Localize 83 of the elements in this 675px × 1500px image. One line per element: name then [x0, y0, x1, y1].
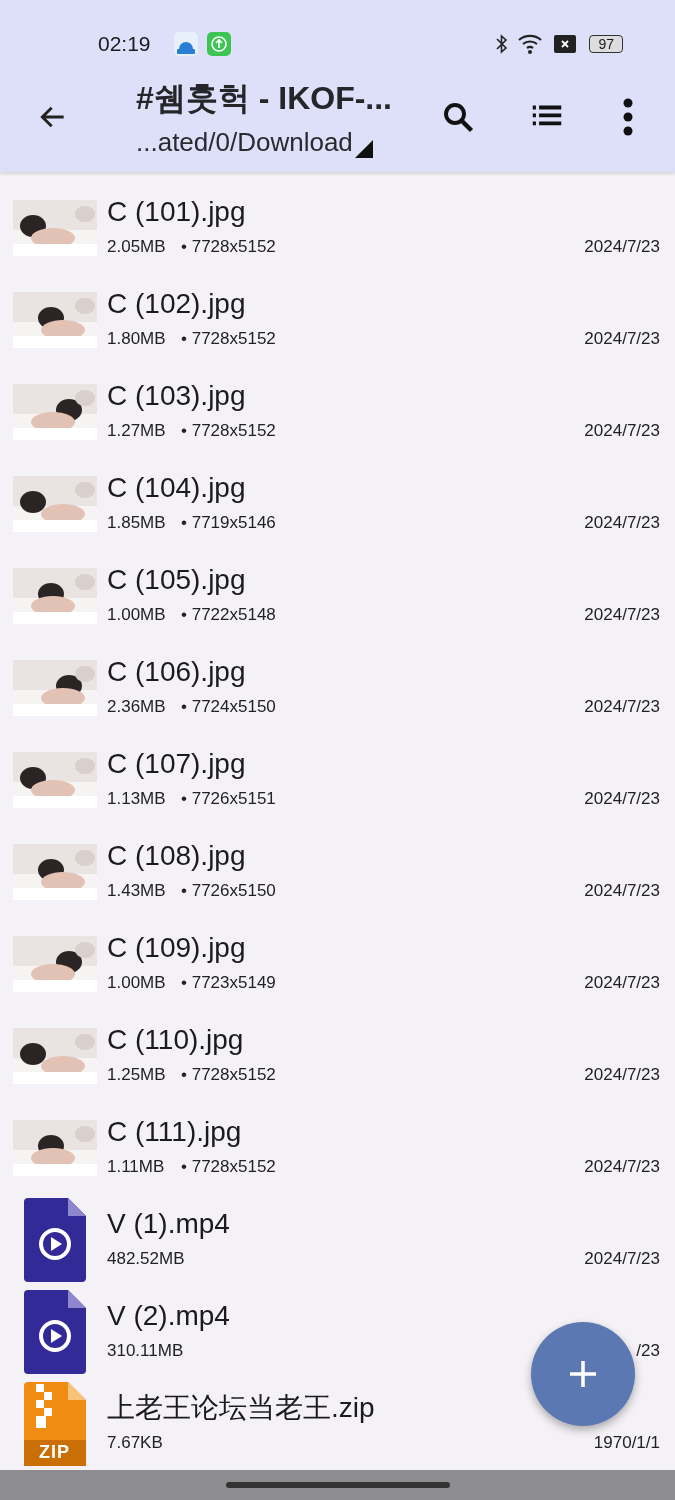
bluetooth-icon: [496, 34, 509, 54]
file-row[interactable]: ZIP 上老王论坛当老王.zip 7.67KB 1970/1/1: [0, 1378, 675, 1470]
file-date: 2024/7/23: [584, 329, 660, 349]
image-dimensions: • 7726x5151: [181, 789, 276, 809]
image-dimensions: • 7726x5150: [181, 881, 276, 901]
image-dimensions: • 7728x5152: [181, 237, 276, 257]
file-date: 2024/7/23: [584, 421, 660, 441]
file-name: C (101).jpg: [107, 195, 247, 229]
battery-indicator: 97: [589, 35, 623, 53]
file-date: 2024/7/23: [584, 605, 660, 625]
file-row[interactable]: C (106).jpg 2.36MB • 7724x5150 2024/7/23: [0, 642, 675, 734]
file-row[interactable]: C (104).jpg 1.85MB • 7719x5146 2024/7/23: [0, 458, 675, 550]
file-name: V (1).mp4: [107, 1207, 231, 1241]
file-name: C (109).jpg: [107, 931, 247, 965]
home-handle[interactable]: [225, 1482, 450, 1488]
video-file-icon: [23, 1198, 86, 1282]
file-size: 1.00MB: [107, 973, 167, 993]
image-dimensions: • 7728x5152: [181, 329, 276, 349]
file-name: C (111).jpg: [107, 1115, 243, 1149]
file-size: 1.11MB: [107, 1157, 166, 1177]
file-size: 1.85MB: [107, 513, 167, 533]
file-size: 1.13MB: [107, 789, 167, 809]
file-date: 2024/7/23: [584, 789, 660, 809]
file-row[interactable]: C (105).jpg 1.00MB • 7722x5148 2024/7/23: [0, 550, 675, 642]
plus-icon: [568, 1359, 598, 1389]
file-size: 7.67KB: [107, 1433, 164, 1453]
file-size: 1.25MB: [107, 1065, 167, 1085]
dropdown-corner-icon[interactable]: [354, 139, 373, 158]
folder-title: #쉠훗헉 - IKOF-...: [136, 78, 393, 118]
video-file-icon: [23, 1290, 86, 1374]
image-dimensions: • 7723x5149: [181, 973, 276, 993]
file-name: C (105).jpg: [107, 563, 247, 597]
file-row[interactable]: C (107).jpg 1.13MB • 7726x5151 2024/7/23: [0, 734, 675, 826]
file-date: /23: [636, 1341, 660, 1361]
file-row[interactable]: C (103).jpg 1.27MB • 7728x5152 2024/7/23: [0, 366, 675, 458]
image-dimensions: • 7722x5148: [181, 605, 276, 625]
file-name: C (107).jpg: [107, 747, 247, 781]
image-dimensions: • 7728x5152: [181, 421, 276, 441]
status-time: 02:19: [98, 32, 151, 56]
file-name: C (108).jpg: [107, 839, 247, 873]
file-row[interactable]: C (110).jpg 1.25MB • 7728x5152 2024/7/23: [0, 1010, 675, 1102]
file-name: C (110).jpg: [107, 1023, 245, 1057]
image-dimensions: • 7728x5152: [181, 1065, 276, 1085]
image-dimensions: • 7719x5146: [181, 513, 276, 533]
upload-app-icon: [206, 32, 231, 56]
file-date: 1970/1/1: [593, 1433, 660, 1453]
file-size: 1.43MB: [107, 881, 167, 901]
file-date: 2024/7/23: [584, 1157, 660, 1177]
file-date: 2024/7/23: [584, 973, 660, 993]
file-size: 1.80MB: [107, 329, 167, 349]
more-button[interactable]: [622, 97, 634, 137]
sim-blocked-icon: [554, 35, 577, 53]
file-size: 1.00MB: [107, 605, 167, 625]
file-name: V (2).mp4: [107, 1299, 231, 1333]
file-size: 310.11MB: [107, 1341, 184, 1361]
add-button[interactable]: [531, 1322, 635, 1426]
file-row[interactable]: C (111).jpg 1.11MB • 7728x5152 2024/7/23: [0, 1102, 675, 1194]
file-size: 2.36MB: [107, 697, 167, 717]
image-dimensions: • 7724x5150: [181, 697, 276, 717]
file-date: 2024/7/23: [584, 1065, 660, 1085]
file-size: 2.05MB: [107, 237, 167, 257]
zip-file-icon: ZIP: [23, 1382, 86, 1466]
file-row[interactable]: C (109).jpg 1.00MB • 7723x5149 2024/7/23: [0, 918, 675, 1010]
file-name: C (102).jpg: [107, 287, 247, 321]
file-date: 2024/7/23: [584, 697, 660, 717]
image-dimensions: • 7728x5152: [181, 1157, 276, 1177]
file-date: 2024/7/23: [584, 1249, 660, 1269]
file-size: 1.27MB: [107, 421, 167, 441]
file-name: 上老王论坛当老王.zip: [107, 1391, 376, 1425]
file-name: C (103).jpg: [107, 379, 247, 413]
file-row[interactable]: V (1).mp4 482.52MB 2024/7/23: [0, 1194, 675, 1286]
file-size: 482.52MB: [107, 1249, 185, 1269]
file-row[interactable]: C (108).jpg 1.43MB • 7726x5150 2024/7/23: [0, 826, 675, 918]
file-name: C (106).jpg: [107, 655, 247, 689]
file-date: 2024/7/23: [584, 513, 660, 533]
file-row[interactable]: V (2).mp4 310.11MB /23: [0, 1286, 675, 1378]
file-name: C (104).jpg: [107, 471, 247, 505]
cloud-app-icon: [173, 32, 198, 56]
file-date: 2024/7/23: [584, 881, 660, 901]
file-row[interactable]: C (102).jpg 1.80MB • 7728x5152 2024/7/23: [0, 274, 675, 366]
folder-path[interactable]: ...ated/0/Download: [136, 126, 353, 158]
file-date: 2024/7/23: [584, 237, 660, 257]
file-row[interactable]: C (101).jpg 2.05MB • 7728x5152 2024/7/23: [0, 182, 675, 274]
